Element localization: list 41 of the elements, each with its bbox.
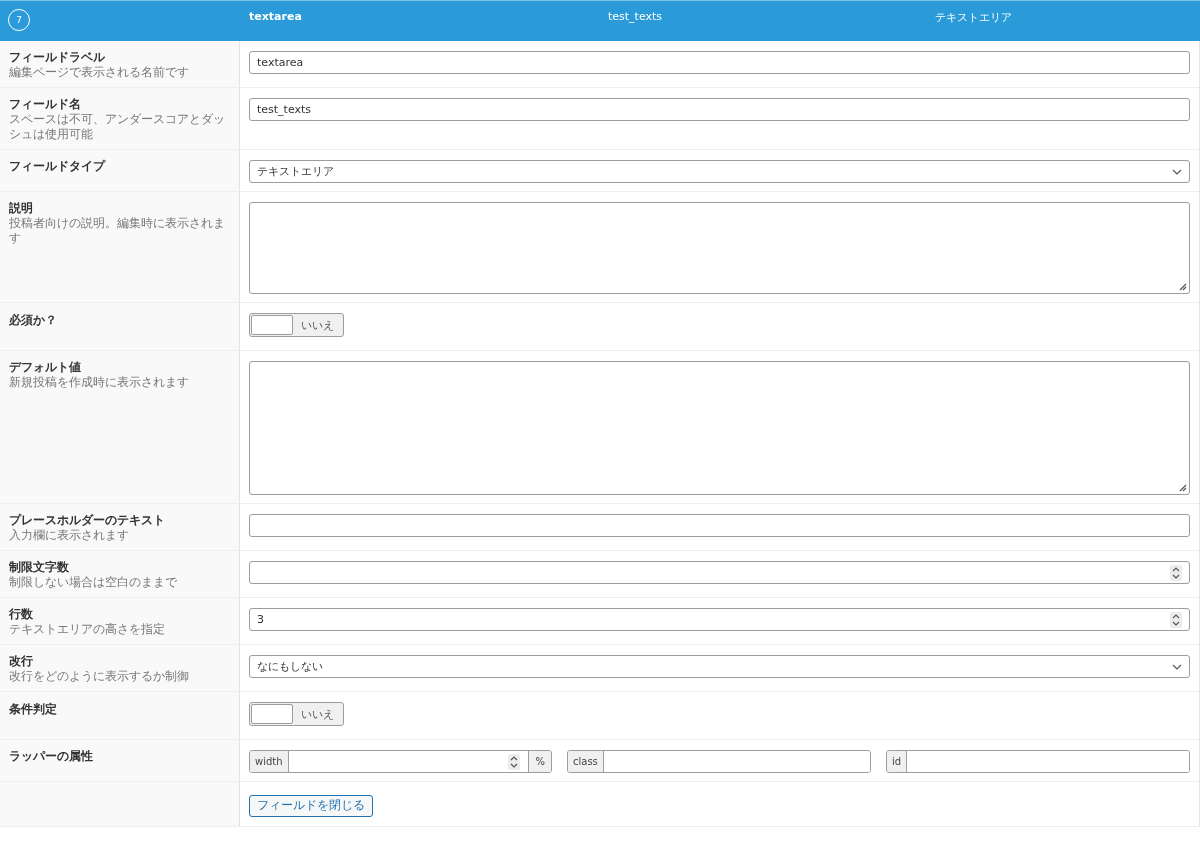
setting-label: 条件判定 (9, 702, 58, 717)
spinner-arrows-icon (1171, 612, 1181, 627)
setting-label: プレースホルダーのテキスト (9, 513, 166, 528)
text-input-field[interactable] (249, 514, 1190, 537)
setting-label: フィールド名 (9, 97, 82, 112)
setting-description: 制限しない場合は空白のままで (9, 575, 178, 590)
setting-label: フィールドラベル (9, 50, 106, 65)
number-input-field[interactable]: 3 (249, 608, 1190, 631)
setting-label: 制限文字数 (9, 560, 70, 575)
field-label-text: textarea (249, 9, 303, 25)
setting-label: 改行 (9, 654, 34, 669)
number-input-field[interactable] (249, 561, 1190, 584)
field-type-text: テキストエリア (935, 10, 1013, 26)
select-dropdown[interactable]: なにもしない (249, 655, 1190, 678)
setting-label: 説明 (9, 201, 34, 216)
textarea-field[interactable] (249, 202, 1190, 294)
setting-label: フィールドタイプ (9, 159, 107, 174)
setting-label: ラッパーの属性 (9, 749, 94, 764)
toggle-switch[interactable]: いいえ (249, 702, 344, 726)
setting-description: スペースは不可、アンダースコアとダッシュは使用可能 (9, 112, 226, 142)
toggle-switch[interactable]: いいえ (249, 313, 344, 337)
chevron-down-icon (1172, 168, 1182, 175)
setting-description: 改行をどのように表示するか制御 (9, 669, 190, 684)
chevron-down-icon (1172, 663, 1182, 670)
select-dropdown[interactable]: テキストエリア (249, 160, 1190, 183)
text-input-field[interactable]: textarea (249, 51, 1190, 74)
setting-label: 必須か？ (9, 313, 58, 328)
setting-label: 行数 (9, 607, 34, 622)
resize-grip-icon (1179, 283, 1187, 291)
setting-label: デフォルト値 (9, 360, 82, 375)
field-name-text: test_texts (608, 9, 664, 25)
textarea-field[interactable] (249, 361, 1190, 495)
setting-description: 入力欄に表示されます (9, 528, 130, 543)
setting-description: 編集ページで表示される名前です (9, 65, 190, 80)
close-field-button[interactable]: フィールドを閉じる (249, 794, 373, 817)
resize-grip-icon (1179, 484, 1187, 492)
spinner-arrows-icon (1171, 565, 1181, 580)
setting-description: 新規投稿を作成時に表示されます (9, 375, 190, 390)
text-input-field[interactable]: test_texts (249, 98, 1190, 121)
setting-description: テキストエリアの高さを指定 (9, 622, 166, 637)
setting-description: 投稿者向けの説明。編集時に表示されます (9, 216, 226, 246)
